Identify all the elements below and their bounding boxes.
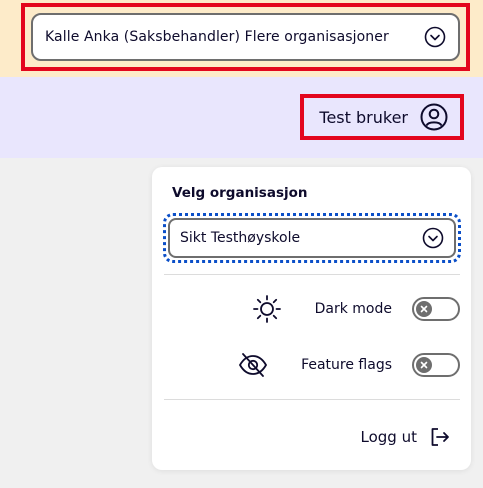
x-icon [416, 357, 432, 373]
dark-mode-toggle[interactable] [412, 297, 460, 321]
organisation-select-label: Kalle Anka (Saksbehandler) Flere organis… [45, 29, 389, 45]
x-icon [416, 301, 432, 317]
logout-label: Logg ut [360, 428, 417, 446]
chevron-down-circle-icon [422, 227, 444, 249]
dark-mode-label: Dark mode [314, 301, 392, 317]
feature-flags-row: Feature flags [164, 350, 460, 380]
institution-select-box: Sikt Testhøyskole [168, 218, 456, 258]
menu-heading: Velg organisasjon [172, 185, 308, 201]
feature-flags-toggle[interactable] [412, 353, 460, 377]
eye-off-icon [237, 350, 269, 380]
logout-button[interactable]: Logg ut [361, 422, 451, 452]
sun-icon [251, 294, 283, 324]
dark-mode-row: Dark mode [164, 294, 460, 324]
institution-select-label: Sikt Testhøyskole [180, 230, 301, 246]
logout-arrow-icon [431, 428, 449, 446]
institution-select[interactable]: Sikt Testhøyskole [163, 213, 461, 263]
divider [164, 399, 460, 400]
divider [164, 274, 460, 275]
organisation-select[interactable]: Kalle Anka (Saksbehandler) Flere organis… [31, 13, 460, 61]
user-button-label: Test bruker [319, 107, 408, 127]
feature-flags-label: Feature flags [301, 357, 392, 373]
user-dropdown-menu: Velg organisasjon Sikt Testhøyskole Dark… [152, 167, 471, 470]
chevron-down-circle-icon [424, 26, 446, 48]
user-menu-button[interactable]: Test bruker [304, 97, 460, 137]
user-circle-icon [420, 103, 448, 131]
